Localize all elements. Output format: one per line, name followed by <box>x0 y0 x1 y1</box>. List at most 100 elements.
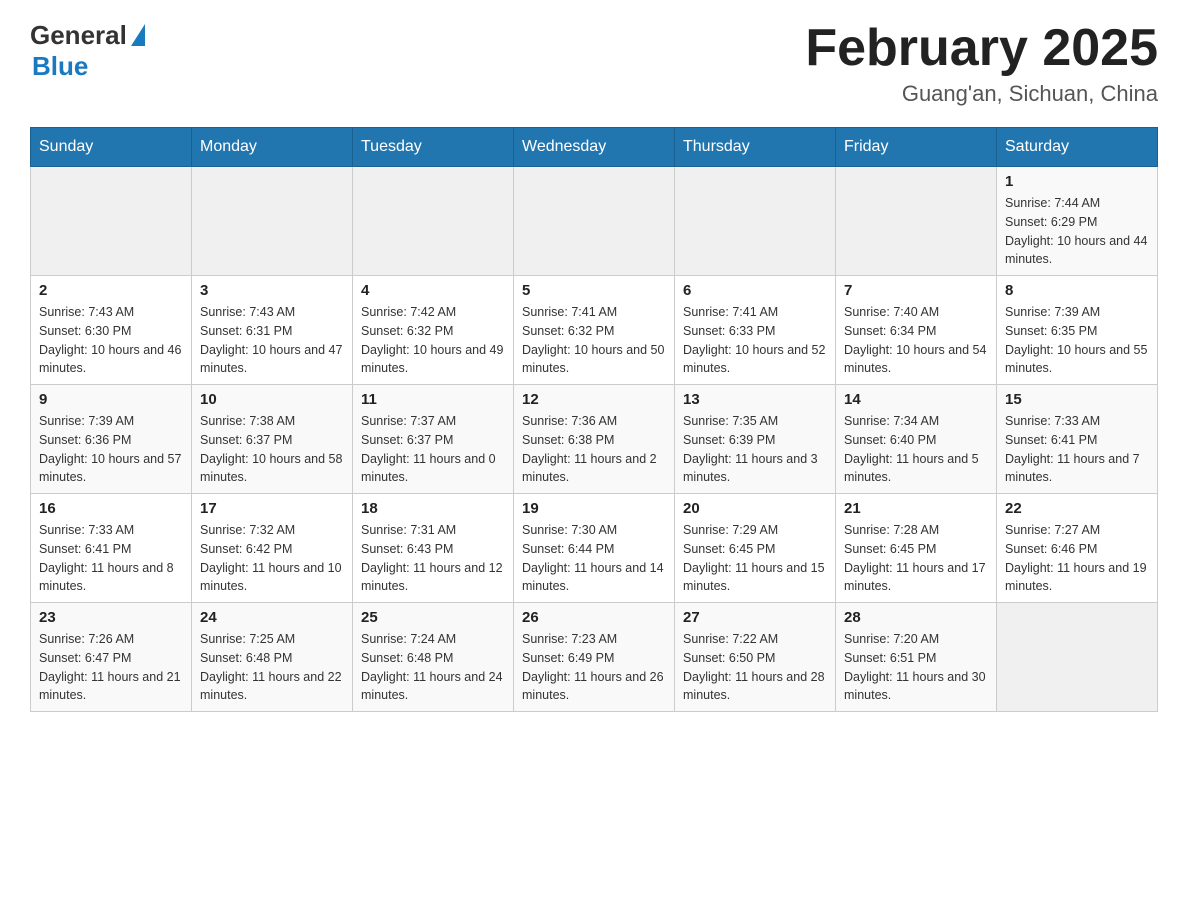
calendar-cell: 15 Sunrise: 7:33 AMSunset: 6:41 PMDayligh… <box>997 385 1158 494</box>
day-number: 12 <box>522 391 666 408</box>
day-number: 26 <box>522 609 666 626</box>
calendar-cell: 21Sunrise: 7:28 AMSunset: 6:45 PMDayligh… <box>836 494 997 603</box>
day-number: 24 <box>200 609 344 626</box>
day-info: Sunrise: 7:43 AMSunset: 6:31 PMDaylight:… <box>200 303 344 378</box>
calendar-cell: 27Sunrise: 7:22 AMSunset: 6:50 PMDayligh… <box>675 603 836 712</box>
logo-general-text: General <box>30 20 127 51</box>
day-number: 10 <box>200 391 344 408</box>
day-info: Sunrise: 7:29 AMSunset: 6:45 PMDaylight:… <box>683 521 827 596</box>
calendar-cell <box>836 167 997 276</box>
calendar-cell <box>675 167 836 276</box>
header-wednesday: Wednesday <box>514 128 675 167</box>
day-number: 18 <box>361 500 505 517</box>
day-number: 11 <box>361 391 505 408</box>
calendar-cell <box>353 167 514 276</box>
day-info: Sunrise: 7:40 AMSunset: 6:34 PMDaylight:… <box>844 303 988 378</box>
day-info: Sunrise: 7:24 AMSunset: 6:48 PMDaylight:… <box>361 630 505 705</box>
day-number: 20 <box>683 500 827 517</box>
calendar-cell: 25 Sunrise: 7:24 AMSunset: 6:48 PMDayligh… <box>353 603 514 712</box>
day-number: 25 <box>361 609 505 626</box>
day-info: Sunrise: 7:42 AMSunset: 6:32 PMDaylight:… <box>361 303 505 378</box>
calendar-cell: 7 Sunrise: 7:40 AMSunset: 6:34 PMDaylight… <box>836 276 997 385</box>
week-row-3: 9 Sunrise: 7:39 AMSunset: 6:36 PMDaylight… <box>31 385 1158 494</box>
title-area: February 2025 Guang'an, Sichuan, China <box>805 20 1158 107</box>
calendar-cell: 8 Sunrise: 7:39 AMSunset: 6:35 PMDaylight… <box>997 276 1158 385</box>
day-info: Sunrise: 7:39 AMSunset: 6:35 PMDaylight:… <box>1005 303 1149 378</box>
day-info: Sunrise: 7:33 AMSunset: 6:41 PMDaylight:… <box>39 521 183 596</box>
day-number: 2 <box>39 282 183 299</box>
calendar-cell: 13 Sunrise: 7:35 AMSunset: 6:39 PMDayligh… <box>675 385 836 494</box>
day-info: Sunrise: 7:33 AMSunset: 6:41 PMDaylight:… <box>1005 412 1149 487</box>
header-friday: Friday <box>836 128 997 167</box>
calendar-cell: 4 Sunrise: 7:42 AMSunset: 6:32 PMDaylight… <box>353 276 514 385</box>
day-number: 3 <box>200 282 344 299</box>
calendar-cell: 16 Sunrise: 7:33 AMSunset: 6:41 PMDayligh… <box>31 494 192 603</box>
day-info: Sunrise: 7:30 AMSunset: 6:44 PMDaylight:… <box>522 521 666 596</box>
day-number: 16 <box>39 500 183 517</box>
calendar-cell: 28Sunrise: 7:20 AMSunset: 6:51 PMDayligh… <box>836 603 997 712</box>
day-number: 22 <box>1005 500 1149 517</box>
week-row-5: 23 Sunrise: 7:26 AMSunset: 6:47 PMDayligh… <box>31 603 1158 712</box>
logo-blue-text: Blue <box>32 51 88 82</box>
week-row-1: 1 Sunrise: 7:44 AMSunset: 6:29 PMDaylight… <box>31 167 1158 276</box>
calendar-cell: 20 Sunrise: 7:29 AMSunset: 6:45 PMDayligh… <box>675 494 836 603</box>
day-info: Sunrise: 7:37 AMSunset: 6:37 PMDaylight:… <box>361 412 505 487</box>
day-info: Sunrise: 7:44 AMSunset: 6:29 PMDaylight:… <box>1005 194 1149 269</box>
calendar-cell: 9 Sunrise: 7:39 AMSunset: 6:36 PMDaylight… <box>31 385 192 494</box>
day-info: Sunrise: 7:27 AMSunset: 6:46 PMDaylight:… <box>1005 521 1149 596</box>
day-number: 8 <box>1005 282 1149 299</box>
header-monday: Monday <box>192 128 353 167</box>
calendar-cell: 19 Sunrise: 7:30 AMSunset: 6:44 PMDayligh… <box>514 494 675 603</box>
calendar-cell: 5Sunrise: 7:41 AMSunset: 6:32 PMDaylight… <box>514 276 675 385</box>
header-tuesday: Tuesday <box>353 128 514 167</box>
day-number: 5 <box>522 282 666 299</box>
day-info: Sunrise: 7:23 AMSunset: 6:49 PMDaylight:… <box>522 630 666 705</box>
week-row-4: 16 Sunrise: 7:33 AMSunset: 6:41 PMDayligh… <box>31 494 1158 603</box>
logo: General Blue <box>30 20 145 82</box>
weekday-header-row: Sunday Monday Tuesday Wednesday Thursday… <box>31 128 1158 167</box>
calendar-cell: 26 Sunrise: 7:23 AMSunset: 6:49 PMDayligh… <box>514 603 675 712</box>
day-number: 7 <box>844 282 988 299</box>
day-number: 1 <box>1005 173 1149 190</box>
logo-triangle-icon <box>131 24 145 46</box>
day-number: 19 <box>522 500 666 517</box>
day-number: 21 <box>844 500 988 517</box>
calendar-cell: 17 Sunrise: 7:32 AMSunset: 6:42 PMDayligh… <box>192 494 353 603</box>
day-info: Sunrise: 7:20 AMSunset: 6:51 PMDaylight:… <box>844 630 988 705</box>
day-number: 17 <box>200 500 344 517</box>
calendar: Sunday Monday Tuesday Wednesday Thursday… <box>30 127 1158 712</box>
day-info: Sunrise: 7:26 AMSunset: 6:47 PMDaylight:… <box>39 630 183 705</box>
calendar-cell <box>514 167 675 276</box>
calendar-cell: 2 Sunrise: 7:43 AMSunset: 6:30 PMDaylight… <box>31 276 192 385</box>
calendar-cell: 22 Sunrise: 7:27 AMSunset: 6:46 PMDayligh… <box>997 494 1158 603</box>
calendar-cell: 14Sunrise: 7:34 AMSunset: 6:40 PMDayligh… <box>836 385 997 494</box>
calendar-cell: 11 Sunrise: 7:37 AMSunset: 6:37 PMDayligh… <box>353 385 514 494</box>
calendar-cell: 12 Sunrise: 7:36 AMSunset: 6:38 PMDayligh… <box>514 385 675 494</box>
header-saturday: Saturday <box>997 128 1158 167</box>
day-info: Sunrise: 7:36 AMSunset: 6:38 PMDaylight:… <box>522 412 666 487</box>
day-info: Sunrise: 7:35 AMSunset: 6:39 PMDaylight:… <box>683 412 827 487</box>
day-info: Sunrise: 7:32 AMSunset: 6:42 PMDaylight:… <box>200 521 344 596</box>
calendar-cell: 18 Sunrise: 7:31 AMSunset: 6:43 PMDayligh… <box>353 494 514 603</box>
day-info: Sunrise: 7:39 AMSunset: 6:36 PMDaylight:… <box>39 412 183 487</box>
day-number: 14 <box>844 391 988 408</box>
location: Guang'an, Sichuan, China <box>805 81 1158 107</box>
calendar-cell <box>192 167 353 276</box>
day-info: Sunrise: 7:25 AMSunset: 6:48 PMDaylight:… <box>200 630 344 705</box>
calendar-cell: 23 Sunrise: 7:26 AMSunset: 6:47 PMDayligh… <box>31 603 192 712</box>
calendar-cell: 24 Sunrise: 7:25 AMSunset: 6:48 PMDayligh… <box>192 603 353 712</box>
day-number: 4 <box>361 282 505 299</box>
day-info: Sunrise: 7:31 AMSunset: 6:43 PMDaylight:… <box>361 521 505 596</box>
calendar-cell: 1 Sunrise: 7:44 AMSunset: 6:29 PMDaylight… <box>997 167 1158 276</box>
day-info: Sunrise: 7:41 AMSunset: 6:33 PMDaylight:… <box>683 303 827 378</box>
day-number: 9 <box>39 391 183 408</box>
day-number: 15 <box>1005 391 1149 408</box>
day-number: 13 <box>683 391 827 408</box>
day-info: Sunrise: 7:43 AMSunset: 6:30 PMDaylight:… <box>39 303 183 378</box>
calendar-cell: 10 Sunrise: 7:38 AMSunset: 6:37 PMDayligh… <box>192 385 353 494</box>
day-number: 23 <box>39 609 183 626</box>
calendar-cell: 3 Sunrise: 7:43 AMSunset: 6:31 PMDaylight… <box>192 276 353 385</box>
header: General Blue February 2025 Guang'an, Sic… <box>30 20 1158 107</box>
day-info: Sunrise: 7:38 AMSunset: 6:37 PMDaylight:… <box>200 412 344 487</box>
calendar-cell <box>997 603 1158 712</box>
